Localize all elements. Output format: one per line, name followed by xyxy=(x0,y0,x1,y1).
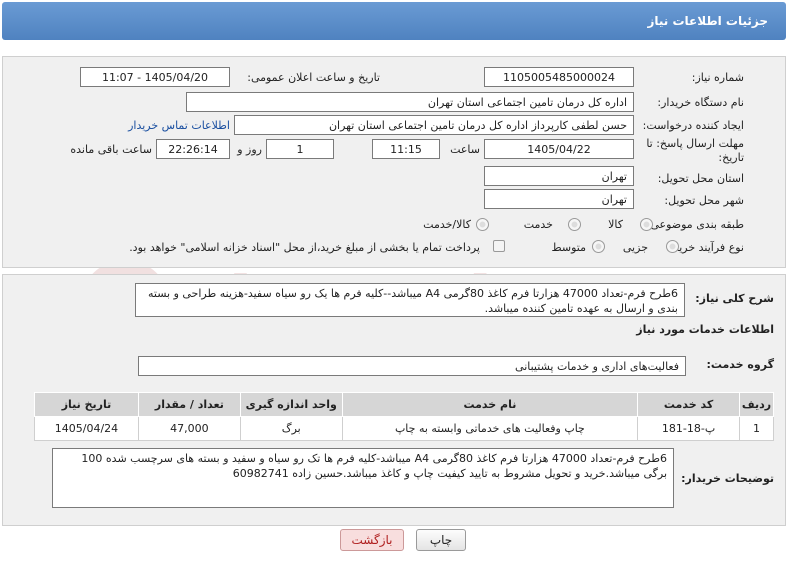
process-option-medium: متوسط xyxy=(551,241,586,254)
city-label: شهر محل تحویل: xyxy=(664,194,744,207)
category-label: طبقه بندی موضوعی: xyxy=(646,218,744,231)
table-row: 1 پ-18-181 چاپ وفعالیت های خدماتی وابسته… xyxy=(34,416,774,441)
province-label: استان محل تحویل: xyxy=(657,172,744,185)
col-service-code: کد خدمت xyxy=(637,392,741,417)
announce-label: تاریخ و ساعت اعلان عمومی: xyxy=(247,71,380,84)
service-group-field[interactable]: فعالیت‌های اداری و خدمات پشتیبانی xyxy=(138,356,686,376)
creator-label: ایجاد کننده درخواست: xyxy=(642,119,744,132)
buyer-notes-label: توضیحات خریدار: xyxy=(681,472,774,485)
page-title: جزئیات اطلاعات نیاز xyxy=(647,14,768,28)
col-quantity: تعداد / مقدار xyxy=(137,392,241,417)
buyer-contact-link[interactable]: اطلاعات تماس خریدار xyxy=(128,119,230,132)
services-section-title: اطلاعات خدمات مورد نیاز xyxy=(636,323,774,336)
deadline-label: مهلت ارسال پاسخ: تا تاریخ: xyxy=(646,137,744,164)
col-need-date: تاریخ نیاز xyxy=(34,392,139,417)
remaining-label: ساعت باقی مانده xyxy=(70,143,152,156)
category-option-service: خدمت xyxy=(523,218,553,231)
days-label: روز و xyxy=(237,143,262,156)
deadline-date-field[interactable]: 1405/04/22 xyxy=(484,139,634,159)
back-button[interactable]: بازگشت xyxy=(340,529,404,551)
deadline-time-field[interactable]: 11:15 xyxy=(372,139,440,159)
category-radio-goods[interactable] xyxy=(640,218,653,231)
days-field[interactable]: 1 xyxy=(266,139,334,159)
province-field[interactable]: تهران xyxy=(484,166,634,186)
col-service-name: نام خدمت xyxy=(341,392,639,417)
cell-quantity: 47,000 xyxy=(137,416,241,441)
service-group-label: گروه خدمت: xyxy=(706,358,774,371)
process-radio-medium[interactable] xyxy=(592,240,605,253)
buyer-org-label: نام دستگاه خریدار: xyxy=(657,96,744,109)
process-radio-minor[interactable] xyxy=(666,240,679,253)
announce-datetime-field[interactable]: 1405/04/20 - 11:07 xyxy=(80,67,230,87)
description-textarea[interactable]: 6طرح فرم-تعداد 47000 هزارتا فرم کاغذ 80گ… xyxy=(135,283,685,317)
buyer-org-field[interactable]: اداره کل درمان تامین اجتماعی استان تهران xyxy=(186,92,634,112)
services-table: ردیف کد خدمت نام خدمت واحد اندازه گیری ت… xyxy=(34,392,774,441)
cell-need-date: 1405/04/24 xyxy=(34,416,139,441)
cell-unit: برگ xyxy=(239,416,343,441)
treasury-payment-note: پرداخت تمام یا بخشی از مبلغ خرید،از محل … xyxy=(129,241,480,254)
category-option-goods: کالا xyxy=(608,218,623,231)
page-header: جزئیات اطلاعات نیاز xyxy=(2,2,786,40)
category-radio-service[interactable] xyxy=(568,218,581,231)
treasury-payment-checkbox[interactable] xyxy=(493,240,505,252)
deadline-time-label: ساعت xyxy=(450,143,480,156)
buyer-notes-textarea[interactable]: 6طرح فرم-تعداد 47000 هزارتا فرم کاغذ 80گ… xyxy=(52,448,674,508)
need-number-label: شماره نیاز: xyxy=(691,71,744,84)
creator-field[interactable]: حسن لطفی کارپرداز اداره کل درمان تامین ا… xyxy=(234,115,634,135)
process-option-minor: جزیی xyxy=(622,241,648,254)
cell-service-name: چاپ وفعالیت های خدماتی وابسته به چاپ xyxy=(341,416,639,441)
cell-service-code: پ-18-181 xyxy=(637,416,741,441)
category-radio-goods-service[interactable] xyxy=(476,218,489,231)
need-number-field[interactable]: 1105005485000024 xyxy=(484,67,634,87)
remaining-time-field[interactable]: 22:26:14 xyxy=(156,139,230,159)
category-option-goods-service: کالا/خدمت xyxy=(423,218,471,231)
description-label: شرح کلی نیاز: xyxy=(695,292,774,305)
services-table-header: ردیف کد خدمت نام خدمت واحد اندازه گیری ت… xyxy=(34,392,774,417)
print-button[interactable]: چاپ xyxy=(416,529,466,551)
col-unit: واحد اندازه گیری xyxy=(239,392,343,417)
cell-row-number: 1 xyxy=(739,416,774,441)
city-field[interactable]: تهران xyxy=(484,189,634,209)
col-row-number: ردیف xyxy=(739,392,774,417)
